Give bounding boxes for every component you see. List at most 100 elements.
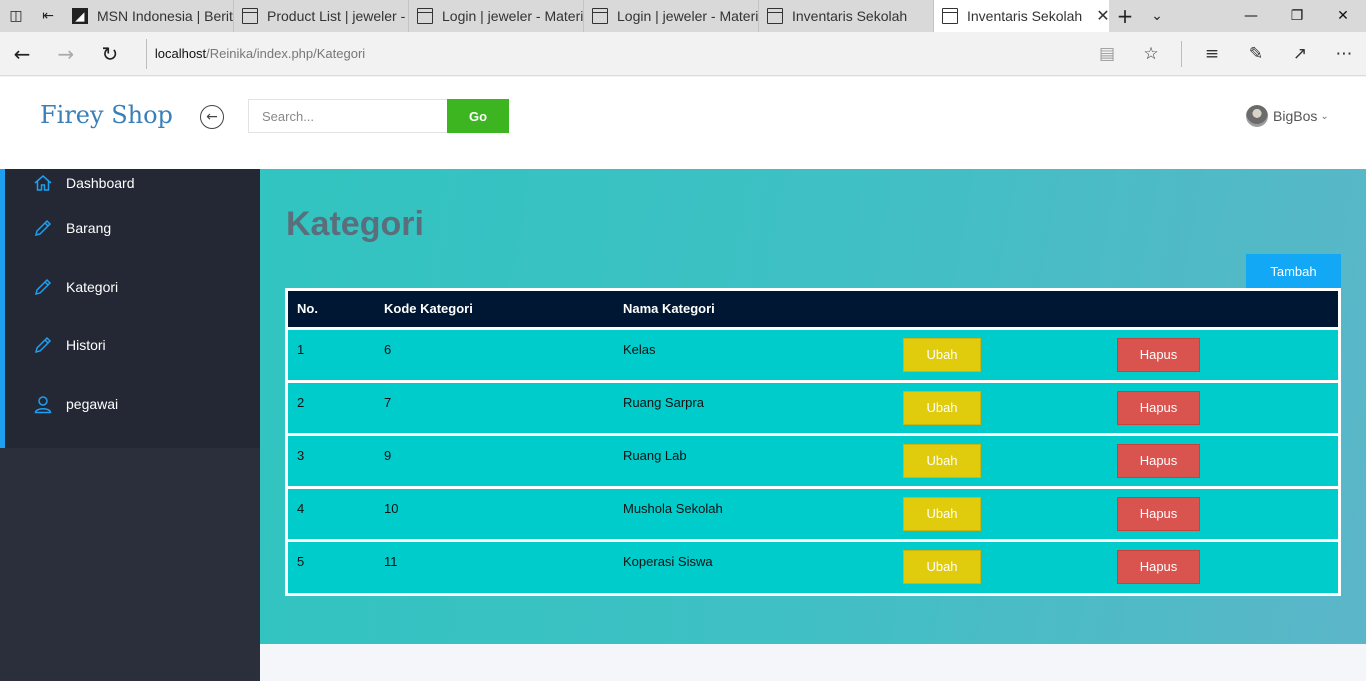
edit-button[interactable]: Ubah xyxy=(903,549,981,584)
tab-title: MSN Indonesia | Berita xyxy=(97,8,234,24)
table-row: 5 11 Koperasi Siswa Ubah Hapus xyxy=(288,540,1338,593)
cell-nama: Koperasi Siswa xyxy=(623,553,713,569)
browser-tab[interactable]: Product List | jeweler - I xyxy=(234,0,409,32)
sidebar-item-label: pegawai xyxy=(66,395,119,412)
tab-title: Login | jeweler - Materi xyxy=(442,8,584,24)
cell-kode: 7 xyxy=(384,394,392,410)
close-tab-icon[interactable]: ✕ xyxy=(1096,6,1109,26)
column-header-empty xyxy=(894,291,1108,328)
edit-button[interactable]: Ubah xyxy=(903,443,981,478)
minimize-icon[interactable]: — xyxy=(1228,0,1274,32)
sidebar-item-dashboard[interactable]: Dashboard xyxy=(5,169,260,199)
toolbar-divider xyxy=(1181,40,1182,67)
sidebar-item-barang[interactable]: Barang xyxy=(5,199,260,258)
cell-delete: Hapus xyxy=(1108,487,1338,540)
sidebar-item-label: Dashboard xyxy=(66,175,135,191)
sidebar-toggle-arrow-icon[interactable]: ← xyxy=(200,105,224,129)
delete-button[interactable]: Hapus xyxy=(1117,443,1200,478)
brand-logo[interactable]: Firey Shop xyxy=(40,101,173,129)
msn-icon: ◢ xyxy=(72,8,88,24)
pencil-icon xyxy=(33,335,53,355)
table-row: 1 6 Kelas Ubah Hapus xyxy=(288,328,1338,381)
sidebar-item-kategori[interactable]: Kategori xyxy=(5,258,260,317)
home-icon xyxy=(33,173,53,193)
sidebar-item-label: Histori xyxy=(66,337,106,354)
cell-nama: Ruang Lab xyxy=(623,447,687,463)
browser-tab-active[interactable]: Inventaris Sekolah ✕ xyxy=(934,0,1109,32)
page-icon xyxy=(242,8,258,24)
cell-kode: 11 xyxy=(384,553,398,569)
sidebar-item-pegawai[interactable]: pegawai xyxy=(5,375,260,434)
cell-delete: Hapus xyxy=(1108,328,1338,381)
column-header-kode: Kode Kategori xyxy=(384,301,473,317)
url-field[interactable]: localhost/Reinika/index.php/Kategori xyxy=(145,38,1085,69)
cell-delete: Hapus xyxy=(1108,434,1338,487)
share-icon[interactable]: ↗ xyxy=(1278,32,1322,76)
search-input[interactable] xyxy=(248,99,447,133)
back-arrow-icon[interactable]: ← xyxy=(0,32,44,76)
user-menu[interactable]: BigBos ⌄ xyxy=(1246,105,1329,127)
delete-button[interactable]: Hapus xyxy=(1117,549,1200,584)
edit-button[interactable]: Ubah xyxy=(903,390,981,425)
web-note-icon[interactable]: ✎ xyxy=(1234,32,1278,76)
app-header: Firey Shop ← Go BigBos ⌄ xyxy=(0,77,1366,169)
set-aside-tabs-icon[interactable]: ⇤ xyxy=(32,0,64,32)
tab-title: Inventaris Sekolah xyxy=(792,8,908,24)
page-footer-area xyxy=(260,644,1366,681)
delete-button[interactable]: Hapus xyxy=(1117,496,1200,531)
restore-icon[interactable]: ❐ xyxy=(1274,0,1320,32)
sidebar-item-histori[interactable]: Histori xyxy=(5,316,260,375)
sidebar-menu: Dashboard Barang Kategori Histori pegawa… xyxy=(0,169,260,448)
table-header-row: No. Kode Kategori Nama Kategori xyxy=(288,291,1338,328)
forward-arrow-icon[interactable]: → xyxy=(44,32,88,76)
cell-edit: Ubah xyxy=(894,487,1108,540)
page-title: Kategori xyxy=(286,205,424,243)
go-button[interactable]: Go xyxy=(447,99,509,133)
browser-tab-bar: ◫ ⇤ ◢ MSN Indonesia | Berita Product Lis… xyxy=(0,0,1366,32)
main-content: Kategori Tambah No. Kode Kategori Nama K… xyxy=(260,169,1366,644)
cell-no: 2 xyxy=(297,394,305,410)
tab-actions-icon[interactable]: ◫ xyxy=(0,0,32,32)
page-icon xyxy=(942,8,958,24)
browser-tab[interactable]: ◢ MSN Indonesia | Berita xyxy=(64,0,234,32)
delete-button[interactable]: Hapus xyxy=(1117,337,1200,372)
tab-list-chevron-icon[interactable]: ⌄ xyxy=(1141,0,1173,32)
cell-no: 1 xyxy=(297,341,305,357)
cell-nama: Kelas xyxy=(623,341,656,357)
browser-tab[interactable]: Inventaris Sekolah xyxy=(759,0,934,32)
reading-view-icon[interactable]: ▤ xyxy=(1085,32,1129,76)
cell-no: 5 xyxy=(297,553,305,569)
refresh-icon[interactable]: ↻ xyxy=(88,32,132,76)
tab-title: Product List | jeweler - I xyxy=(267,8,409,24)
url-host: localhost xyxy=(154,46,207,61)
cell-delete: Hapus xyxy=(1108,540,1338,593)
user-icon xyxy=(33,394,53,414)
close-window-icon[interactable]: ✕ xyxy=(1320,0,1366,32)
pencil-icon xyxy=(33,277,53,297)
hub-icon[interactable]: ≡ xyxy=(1190,32,1234,76)
new-tab-icon[interactable]: + xyxy=(1109,0,1141,32)
cell-edit: Ubah xyxy=(894,381,1108,434)
favorite-star-icon[interactable]: ☆ xyxy=(1129,32,1173,76)
cell-no: 3 xyxy=(297,447,305,463)
browser-tab[interactable]: Login | jeweler - Materi xyxy=(409,0,584,32)
delete-button[interactable]: Hapus xyxy=(1117,390,1200,425)
edit-button[interactable]: Ubah xyxy=(903,337,981,372)
page-icon xyxy=(767,8,783,24)
avatar xyxy=(1246,105,1268,127)
pencil-icon xyxy=(33,218,53,238)
browser-tab[interactable]: Login | jeweler - Materi xyxy=(584,0,759,32)
address-bar: ← → ↻ localhost/Reinika/index.php/Katego… xyxy=(0,32,1366,76)
cell-edit: Ubah xyxy=(894,328,1108,381)
page-icon xyxy=(417,8,433,24)
more-icon[interactable]: ⋯ xyxy=(1322,32,1366,76)
column-header-no: No. xyxy=(297,301,318,317)
add-category-button[interactable]: Tambah xyxy=(1246,254,1341,288)
cell-nama: Mushola Sekolah xyxy=(623,500,723,516)
table-row: 4 10 Mushola Sekolah Ubah Hapus xyxy=(288,487,1338,540)
url-path: /Reinika/index.php/Kategori xyxy=(206,46,366,61)
cell-nama: Ruang Sarpra xyxy=(623,394,704,410)
cell-edit: Ubah xyxy=(894,540,1108,593)
edit-button[interactable]: Ubah xyxy=(903,496,981,531)
cell-kode: 9 xyxy=(384,447,392,463)
